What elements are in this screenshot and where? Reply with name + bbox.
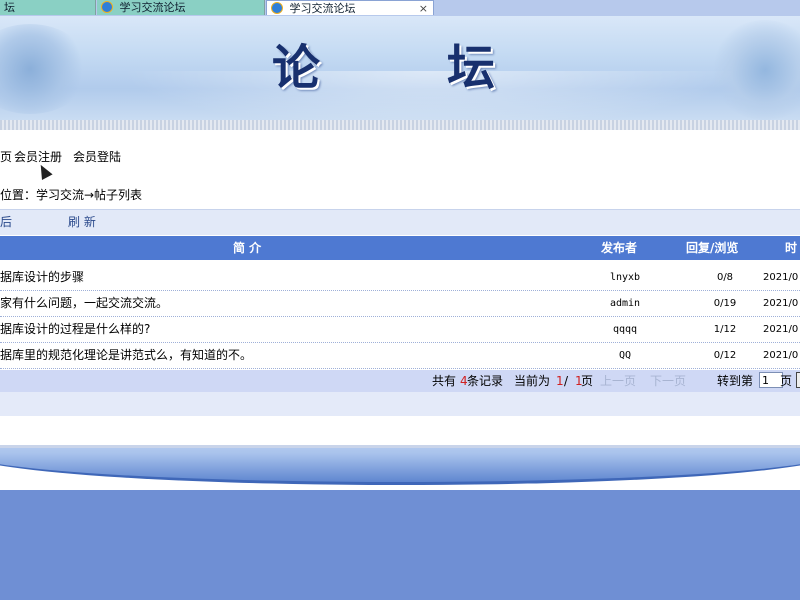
- table-row: 据库里的规范化理论是讲范式么，有知道的不。 QQ 0/12 2021/0: [0, 343, 800, 369]
- footer-wave-shape: [0, 448, 800, 485]
- topic-reply-view: 0/12: [713, 350, 737, 361]
- topic-reply-view: 1/12: [713, 324, 737, 335]
- topic-author: lnyxb: [609, 272, 641, 283]
- banner-title-char-1: 论: [272, 40, 321, 96]
- tab-label: 坛: [4, 1, 15, 14]
- pager-page-suffix: 页: [581, 374, 594, 388]
- topic-title-link[interactable]: 据库里的规范化理论是讲范式么，有知道的不。: [0, 343, 252, 368]
- browser-tab-1[interactable]: 坛: [0, 0, 96, 15]
- banner-title-char-2: 坛: [447, 40, 496, 96]
- nav-login-link[interactable]: 会员登陆: [73, 148, 121, 165]
- breadcrumb: 位置：学习交流→帖子列表: [0, 188, 143, 202]
- post-topic-link[interactable]: 后: [0, 210, 12, 235]
- forum-banner: 论 坛: [0, 16, 800, 120]
- main-content: 页 会员注册 会员登陆 位置：学习交流→帖子列表 后 刷 新 简 介 发布者 回…: [0, 130, 800, 445]
- pagination-bar: 共有 4 条记录 当前为 1 / 1 页 上一页 下一页 转到第 页: [0, 370, 800, 392]
- browser-tab-strip: 坛 学习交流论坛 学习交流论坛 ×: [0, 0, 800, 17]
- tab-label: 学习交流论坛: [119, 1, 186, 14]
- close-tab-icon[interactable]: ×: [419, 1, 428, 15]
- nav-home-link[interactable]: 页: [0, 148, 12, 165]
- header-time: 时: [785, 241, 798, 255]
- table-header: 简 介 发布者 回复/浏览 时: [0, 236, 800, 260]
- pager-current-prefix: 当前为: [514, 374, 551, 388]
- topic-title-link[interactable]: 据库设计的步骤: [0, 265, 84, 290]
- topic-reply-view: 0/8: [716, 272, 734, 283]
- banner-ornament-left: [0, 24, 90, 114]
- topic-time: 2021/0: [763, 324, 799, 335]
- prev-page-link[interactable]: 上一页: [600, 370, 636, 392]
- pager-goto-prefix: 转到第: [717, 374, 754, 388]
- topic-author: QQ: [618, 350, 632, 361]
- table-row: 家有什么问题，一起交流交流。 admin 0/19 2021/0: [0, 291, 800, 317]
- topic-time: 2021/0: [763, 350, 799, 361]
- list-toolbar: 后 刷 新: [0, 209, 800, 235]
- pager-total-prefix: 共有: [432, 374, 457, 388]
- ie-icon: [101, 1, 113, 13]
- header-reply-view: 回复/浏览: [686, 241, 739, 255]
- topic-author: qqqq: [612, 324, 638, 335]
- table-row: 据库设计的过程是什么样的? qqqq 1/12 2021/0: [0, 317, 800, 343]
- banner-glow: [120, 71, 740, 120]
- footer-wave: [0, 448, 800, 490]
- header-author: 发布者: [601, 241, 638, 255]
- next-page-link[interactable]: 下一页: [650, 370, 686, 392]
- topic-time: 2021/0: [763, 272, 799, 283]
- banner-divider: [0, 120, 800, 130]
- pager-current-page: 1: [556, 374, 564, 388]
- refresh-link[interactable]: 刷 新: [68, 210, 96, 235]
- topic-title-link[interactable]: 家有什么问题，一起交流交流。: [0, 291, 168, 316]
- header-title: 简 介: [233, 241, 262, 255]
- pager-goto-suffix: 页: [780, 374, 793, 388]
- pager-total-suffix: 条记录: [467, 374, 504, 388]
- topic-reply-view: 0/19: [713, 298, 737, 309]
- topic-time: 2021/0: [763, 298, 799, 309]
- pagination-spacer: [0, 392, 800, 416]
- topic-title-link[interactable]: 据库设计的过程是什么样的?: [0, 317, 150, 342]
- browser-tab-3-active[interactable]: 学习交流论坛 ×: [266, 0, 434, 15]
- tab-label: 学习交流论坛: [289, 2, 356, 15]
- goto-page-button[interactable]: [796, 372, 800, 388]
- table-row: 据库设计的步骤 lnyxb 0/8 2021/0: [0, 265, 800, 291]
- pager-slash: /: [564, 374, 569, 388]
- topic-author: admin: [609, 298, 641, 309]
- nav-register-link[interactable]: 会员注册: [14, 148, 62, 165]
- browser-tab-2[interactable]: 学习交流论坛: [97, 0, 265, 15]
- ie-icon: [271, 2, 283, 14]
